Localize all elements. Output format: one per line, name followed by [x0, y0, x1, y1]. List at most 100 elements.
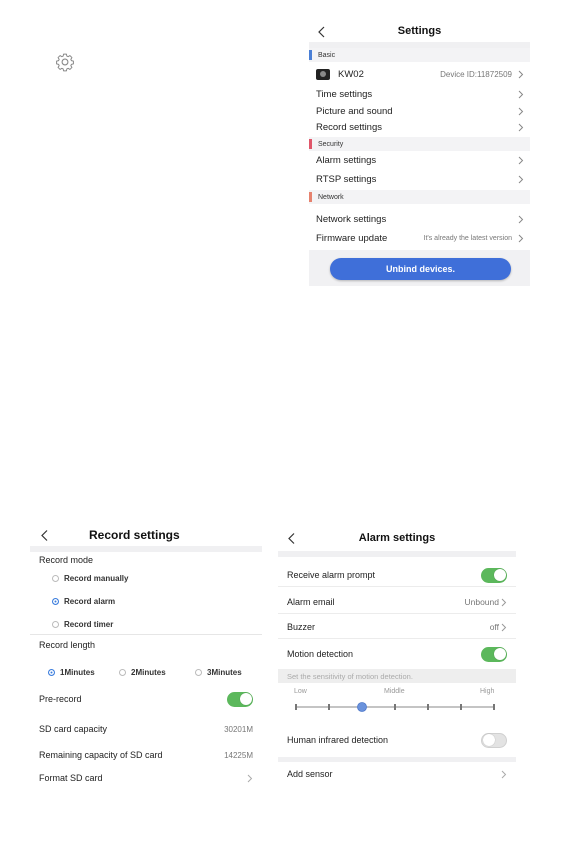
row-label: SD card capacity	[39, 724, 108, 734]
option-label: 2Minutes	[131, 668, 166, 677]
slider-tick	[493, 704, 495, 710]
section-marker	[309, 139, 312, 149]
network-settings-item[interactable]: Network settings	[309, 211, 530, 227]
divider	[30, 634, 262, 635]
sensitivity-slider[interactable]	[292, 700, 502, 714]
section-marker	[309, 192, 312, 202]
chevron-right-icon	[518, 90, 524, 98]
option-label: 1Minutes	[60, 668, 95, 677]
option-label: 3Minutes	[207, 668, 242, 677]
row-label: Add sensor	[287, 769, 333, 779]
slider-tick	[295, 704, 297, 710]
divider	[278, 757, 516, 762]
record-alarm-option[interactable]: Record alarm	[52, 597, 115, 606]
format-sd-row[interactable]: Format SD card	[30, 770, 262, 786]
human-infrared-toggle[interactable]	[481, 732, 507, 748]
chevron-right-icon	[518, 107, 524, 115]
device-row[interactable]: KW02 Device ID:11872509	[309, 66, 530, 82]
divider	[278, 551, 516, 557]
sensitivity-hint: Set the sensitivity of motion detection.	[278, 669, 516, 683]
chevron-right-icon	[518, 175, 524, 183]
radio-button[interactable]	[52, 621, 59, 628]
radio-button[interactable]	[52, 575, 59, 582]
firmware-update-item[interactable]: Firmware update It's already the latest …	[309, 230, 530, 246]
slider-tick	[328, 704, 330, 710]
chevron-right-icon	[247, 774, 253, 782]
pre-record-toggle[interactable]	[227, 691, 253, 707]
toggle-knob	[483, 734, 495, 746]
motion-detection-toggle[interactable]	[481, 646, 507, 662]
gear-icon[interactable]	[55, 52, 75, 72]
section-label: Record mode	[39, 555, 94, 565]
add-sensor-row[interactable]: Add sensor	[278, 764, 516, 784]
item-label: Network settings	[316, 213, 387, 225]
alarm-settings-item[interactable]: Alarm settings	[309, 152, 530, 168]
length-2min-option[interactable]: 2Minutes	[119, 668, 166, 677]
item-label: Firmware update	[316, 232, 388, 244]
chevron-right-icon	[501, 598, 507, 606]
row-label: Pre-record	[39, 694, 82, 704]
pre-record-row[interactable]: Pre-record	[30, 690, 262, 708]
time-settings-item[interactable]: Time settings	[309, 86, 530, 102]
unbind-devices-button[interactable]: Unbind devices.	[330, 258, 511, 280]
chevron-right-icon	[518, 234, 524, 242]
record-settings-item[interactable]: Record settings	[309, 119, 530, 135]
back-arrow-icon[interactable]	[40, 529, 48, 542]
alarm-settings-screen: Alarm settings Receive alarm prompt Alar…	[278, 524, 516, 792]
section-label: Record length	[39, 640, 96, 650]
row-label: Motion detection	[287, 649, 354, 659]
record-settings-screen: Record settings Record mode Record manua…	[30, 522, 262, 792]
buzzer-row[interactable]: Buzzer off	[278, 616, 516, 639]
slider-tick	[460, 704, 462, 710]
page-title: Alarm settings	[358, 532, 436, 544]
toggle-knob	[493, 648, 506, 660]
slider-tick	[394, 704, 396, 710]
length-1min-option[interactable]: 1Minutes	[48, 668, 95, 677]
alarm-email-row[interactable]: Alarm email Unbound	[278, 591, 516, 614]
email-value: Unbound	[464, 597, 499, 607]
page-title: Record settings	[89, 528, 180, 542]
page-title: Settings	[397, 25, 442, 37]
device-thumbnail	[316, 68, 330, 80]
row-label: Alarm email	[287, 597, 335, 607]
radio-button-selected[interactable]	[48, 669, 55, 676]
radio-button-selected[interactable]	[52, 598, 59, 605]
option-label: Record manually	[64, 574, 129, 583]
section-network: Network	[309, 190, 530, 204]
radio-button[interactable]	[195, 669, 202, 676]
section-basic: Basic	[309, 48, 530, 62]
sd-capacity-row: SD card capacity 30201M	[30, 721, 262, 737]
chevron-right-icon	[501, 770, 507, 778]
radio-button[interactable]	[119, 669, 126, 676]
toggle-knob	[493, 569, 506, 581]
slider-label-middle: Middle	[384, 688, 405, 695]
device-name: KW02	[338, 68, 364, 80]
receive-alarm-toggle[interactable]	[481, 567, 507, 583]
record-mode-label: Record mode	[30, 553, 262, 567]
section-label: Security	[318, 140, 344, 148]
device-id: Device ID:11872509	[440, 69, 512, 79]
row-label: Format SD card	[39, 773, 103, 783]
chevron-right-icon	[518, 215, 524, 223]
item-label: Record settings	[316, 121, 383, 133]
remaining-capacity-row: Remaining capacity of SD card 14225M	[30, 747, 262, 763]
chevron-right-icon	[501, 623, 507, 631]
slider-thumb[interactable]	[357, 702, 367, 712]
picture-sound-item[interactable]: Picture and sound	[309, 103, 530, 119]
firmware-status: It's already the latest version	[423, 234, 513, 242]
option-label: Record timer	[64, 620, 114, 629]
human-infrared-row[interactable]: Human infrared detection	[278, 729, 516, 751]
receive-alarm-row[interactable]: Receive alarm prompt	[278, 564, 516, 587]
chevron-right-icon	[518, 70, 524, 78]
remaining-capacity-value: 14225M	[224, 750, 253, 760]
motion-detection-row[interactable]: Motion detection	[278, 643, 516, 665]
section-label: Basic	[318, 51, 336, 59]
record-manually-option[interactable]: Record manually	[52, 574, 128, 583]
length-3min-option[interactable]: 3Minutes	[195, 668, 242, 677]
rtsp-settings-item[interactable]: RTSP settings	[309, 171, 530, 187]
record-timer-option[interactable]: Record timer	[52, 620, 113, 629]
settings-screen: Settings Basic KW02 Device ID:11872509 T…	[309, 18, 530, 286]
section-security: Security	[309, 137, 530, 151]
slider-tick	[427, 704, 429, 710]
chevron-right-icon	[518, 156, 524, 164]
